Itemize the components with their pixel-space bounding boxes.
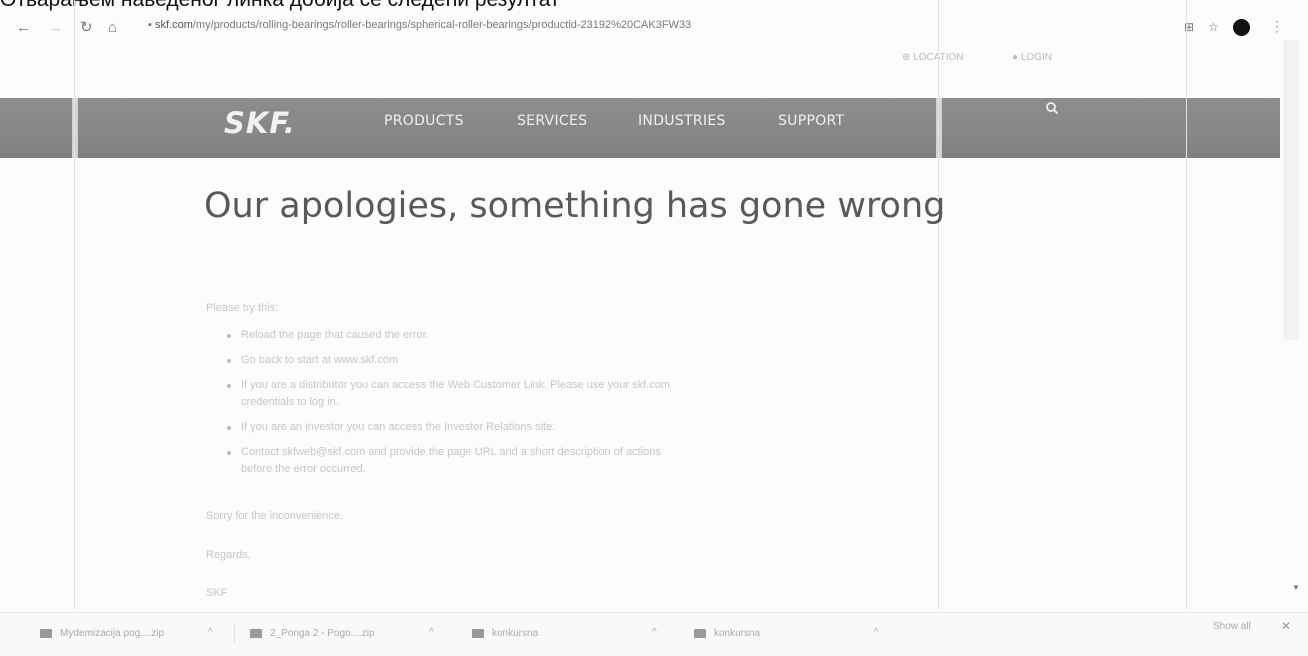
header-divider [72, 98, 78, 158]
page-edge-line [938, 0, 939, 610]
nav-industries[interactable]: INDUSTRIES [638, 113, 726, 129]
globe-icon: ⊕ [902, 52, 914, 63]
list-item[interactable]: If you are a distributor you can access … [225, 377, 670, 394]
forward-arrow-icon[interactable]: → [48, 20, 63, 36]
signature-text: SKF [206, 587, 228, 599]
reload-icon[interactable]: ↻ [80, 20, 93, 36]
zip-file-icon [472, 628, 484, 638]
address-bar[interactable]: ▪ skf.com/my/products/rolling-bearings/r… [148, 19, 691, 31]
download-item-label: konkursna [714, 628, 761, 639]
list-item[interactable]: Contact skfweb@skf.com and provide the p… [225, 444, 670, 461]
nav-services[interactable]: SERVICES [517, 113, 587, 129]
caption-text: Отварањем наведеног линка добија се след… [0, 0, 560, 12]
login-link[interactable]: ● LOGIN [1012, 52, 1052, 63]
suggestion-list: Reload the page that caused the error. G… [225, 327, 670, 486]
scroll-down-arrow-icon[interactable]: ▼ [1292, 583, 1300, 592]
list-item-continued: credentials to log in. [241, 396, 339, 408]
nav-products[interactable]: PRODUCTS [384, 113, 464, 129]
download-item-label: 2_Ponga 2 - Pogo....zip [270, 628, 375, 639]
menu-dots-icon[interactable]: ⋮ [1270, 18, 1284, 35]
scrollbar[interactable] [1284, 40, 1299, 340]
page-edge-line [1186, 0, 1187, 610]
chevron-up-icon[interactable]: ^ [652, 627, 657, 638]
location-link[interactable]: ⊕ LOCATION [902, 52, 964, 63]
page-title: Our apologies, something has gone wrong [204, 186, 946, 226]
download-item[interactable]: 2_Ponga 2 - Pogo....zip [250, 628, 375, 639]
list-item[interactable]: Go back to start at www.skf.com [225, 352, 670, 369]
download-item-label: konkursna [492, 628, 539, 639]
nav-support[interactable]: SUPPORT [778, 113, 844, 129]
divider [234, 623, 235, 643]
download-bar: Муdemizacija pog....zip ^ 2_Ponga 2 - Po… [0, 612, 1308, 656]
download-item[interactable]: konkursna [694, 628, 760, 639]
profile-avatar[interactable] [1233, 19, 1250, 36]
list-item[interactable]: Reload the page that caused the error. [225, 327, 670, 344]
chevron-up-icon[interactable]: ^ [429, 627, 434, 638]
zip-file-icon [250, 628, 262, 638]
try-label: Please try this: [206, 302, 279, 314]
star-icon[interactable]: ☆ [1208, 20, 1219, 34]
browser-toolbar: ← → ↻ ⌂ ▪ skf.com/my/products/rolling-be… [0, 14, 1308, 42]
user-icon: ● [1012, 52, 1021, 63]
download-item-label: Муdemizacija pog....zip [60, 628, 165, 639]
zip-file-icon [40, 628, 52, 638]
download-item[interactable]: Муdemizacija pog....zip [40, 628, 164, 639]
regards-text: Regards, [206, 549, 251, 561]
login-label: LOGIN [1020, 52, 1052, 63]
url-path: /my/products/rolling-bearings/roller-bea… [192, 19, 692, 31]
close-icon[interactable]: ✕ [1281, 619, 1291, 633]
chevron-up-icon[interactable]: ^ [874, 627, 879, 638]
show-all-link[interactable]: Show all [1213, 621, 1251, 632]
chevron-up-icon[interactable]: ^ [208, 627, 213, 638]
skf-logo[interactable]: SKF. [224, 106, 296, 140]
list-item[interactable]: If you are an investor you can access th… [225, 419, 670, 436]
apology-text: Sorry for the inconvenience. [206, 510, 343, 522]
lock-icon: ▪ [148, 19, 152, 31]
back-arrow-icon[interactable]: ← [16, 20, 31, 36]
zip-file-icon [694, 628, 706, 638]
home-icon[interactable]: ⌂ [108, 20, 117, 36]
download-item[interactable]: konkursna [472, 628, 538, 639]
url-host: skf.com [154, 19, 193, 31]
header-divider [936, 98, 942, 158]
list-item-continued: before the error occurred. [241, 463, 366, 475]
search-icon[interactable] [1045, 101, 1059, 115]
page-edge-line [74, 0, 75, 610]
